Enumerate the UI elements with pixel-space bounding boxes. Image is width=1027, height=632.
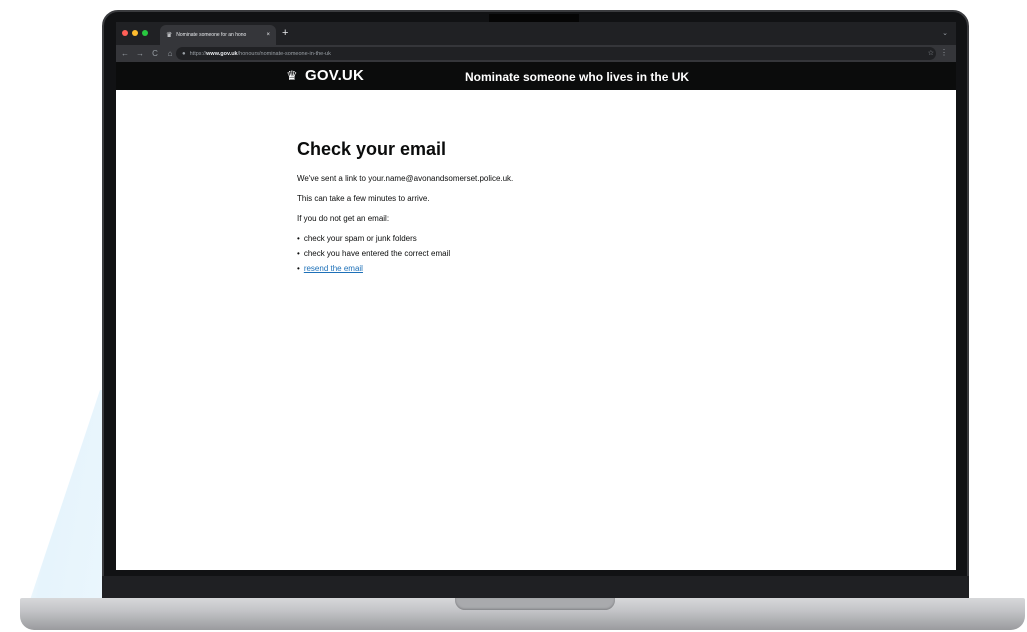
light-beam-decoration	[30, 390, 105, 600]
bullet-icon: •	[297, 264, 300, 273]
laptop-hinge	[102, 576, 969, 598]
laptop-lid-groove	[455, 598, 615, 610]
resend-email-link[interactable]: resend the email	[304, 264, 363, 273]
wait-message: This can take a few minutes to arrive.	[297, 194, 430, 203]
browser-toolbar: ← → C ⌂ ● https://www.gov.uk/honours/nom…	[116, 45, 956, 62]
address-bar[interactable]: ● https://www.gov.uk/honours/nominate-so…	[176, 47, 936, 60]
minimize-window-button[interactable]	[132, 30, 138, 36]
sent-message: We've sent a link to your.name@avonandso…	[297, 174, 514, 183]
service-name-link[interactable]: Nominate someone who lives in the UK	[465, 70, 689, 84]
list-item: • check your spam or junk folders	[297, 234, 417, 243]
lock-icon: ●	[182, 50, 186, 57]
no-email-intro: If you do not get an email:	[297, 214, 390, 223]
browser-menu-icon[interactable]: ⋮	[940, 48, 948, 57]
address-url: https://www.gov.uk/honours/nominate-some…	[189, 50, 331, 57]
crown-favicon-icon: ♛	[166, 32, 173, 39]
browser-tab-bar: ♛ Nominate someone for an hono × + ⌄	[116, 22, 956, 45]
govuk-logo-link[interactable]: GOV.UK	[305, 67, 364, 84]
bullet-icon: •	[297, 249, 300, 258]
laptop-mockup: ♛ Nominate someone for an hono × + ⌄ ← →…	[0, 0, 1027, 632]
main-content: Check your email We've sent a link to yo…	[297, 139, 717, 279]
window-controls	[122, 30, 148, 36]
tab-close-icon[interactable]: ×	[266, 32, 270, 38]
list-item: • check you have entered the correct emai…	[297, 249, 451, 258]
home-icon[interactable]: ⌂	[164, 49, 176, 58]
list-item: • resend the email	[297, 264, 717, 273]
new-tab-button[interactable]: +	[282, 26, 288, 40]
tab-title: Nominate someone for an hono	[176, 32, 247, 38]
tips-list: • check your spam or junk folders • check …	[297, 234, 717, 273]
browser-window: ♛ Nominate someone for an hono × + ⌄ ← →…	[116, 22, 956, 570]
back-arrow-icon[interactable]: ←	[119, 49, 131, 58]
reload-icon[interactable]: C	[149, 49, 161, 58]
browser-tab-active[interactable]: ♛ Nominate someone for an hono ×	[160, 25, 276, 45]
crown-icon: ♛	[286, 68, 298, 83]
bookmark-star-icon[interactable]: ☆	[928, 49, 934, 57]
close-window-button[interactable]	[122, 30, 128, 36]
bullet-icon: •	[297, 234, 300, 243]
forward-arrow-icon[interactable]: →	[134, 49, 146, 58]
govuk-header: ♛ GOV.UK Nominate someone who lives in t…	[116, 62, 956, 90]
maximize-window-button[interactable]	[142, 30, 148, 36]
tab-search-dropdown-icon[interactable]: ⌄	[942, 29, 948, 37]
page-title: Check your email	[297, 139, 447, 159]
